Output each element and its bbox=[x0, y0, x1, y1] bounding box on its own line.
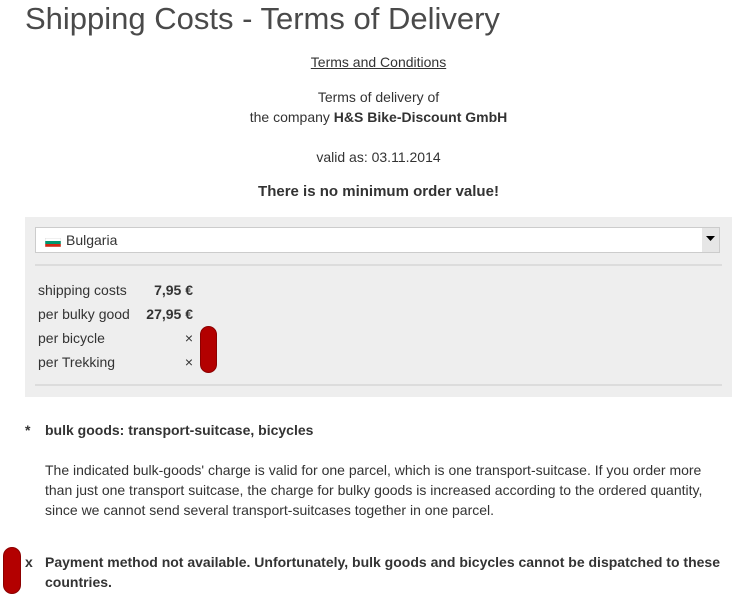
unavailable-mark: × bbox=[184, 354, 193, 370]
bulk-goods-title: bulk goods: transport-suitcase, bicycles bbox=[45, 422, 314, 438]
shipping-row-label: per bulky good bbox=[38, 306, 130, 322]
unavailable-note: Payment method not available. Unfortunat… bbox=[45, 554, 720, 590]
terms-and-conditions-link[interactable]: Terms and Conditions bbox=[311, 54, 446, 70]
unavailable-marker: x bbox=[25, 554, 33, 570]
bulk-goods-text: The indicated bulk-goods' charge is vali… bbox=[45, 462, 703, 518]
country-select[interactable]: Bulgaria bbox=[35, 227, 720, 253]
valid-date: valid as: 03.11.2014 bbox=[316, 149, 441, 165]
red-marker-shape bbox=[200, 326, 217, 373]
company-name: H&S Bike-Discount GmbH bbox=[333, 109, 508, 125]
red-marker-shape bbox=[3, 547, 21, 594]
dropdown-arrow-icon[interactable] bbox=[702, 228, 719, 252]
shipping-row: per bulky good 27,95 € bbox=[38, 304, 238, 324]
shipping-row-label: per bicycle bbox=[38, 330, 105, 346]
terms-link-wrapper: Terms and Conditions bbox=[25, 52, 732, 72]
unavailable-mark: × bbox=[184, 330, 193, 346]
shipping-row-value: 27,95 € bbox=[146, 306, 193, 322]
intro-line-1: Terms of delivery of bbox=[317, 89, 440, 105]
shipping-row-label: shipping costs bbox=[38, 282, 127, 298]
shipping-panel: Bulgaria shipping costs 7,95 € per bulky… bbox=[25, 217, 732, 397]
bulgaria-flag-icon bbox=[45, 238, 61, 247]
min-order-note: There is no minimum order value! bbox=[258, 183, 499, 200]
intro-prefix: the company bbox=[249, 109, 330, 125]
intro-line-2: the company H&S Bike-Discount GmbH bbox=[25, 107, 732, 127]
country-select-value: Bulgaria bbox=[66, 232, 118, 248]
shipping-row-value: 7,95 € bbox=[154, 282, 193, 298]
shipping-row: shipping costs 7,95 € bbox=[38, 280, 238, 300]
shipping-row-label: per Trekking bbox=[38, 354, 116, 370]
footnote-star: * bbox=[25, 422, 31, 438]
page-title: Shipping Costs - Terms of Delivery bbox=[25, 1, 500, 36]
panel-divider-top bbox=[35, 264, 722, 266]
panel-divider-bottom bbox=[35, 384, 722, 386]
